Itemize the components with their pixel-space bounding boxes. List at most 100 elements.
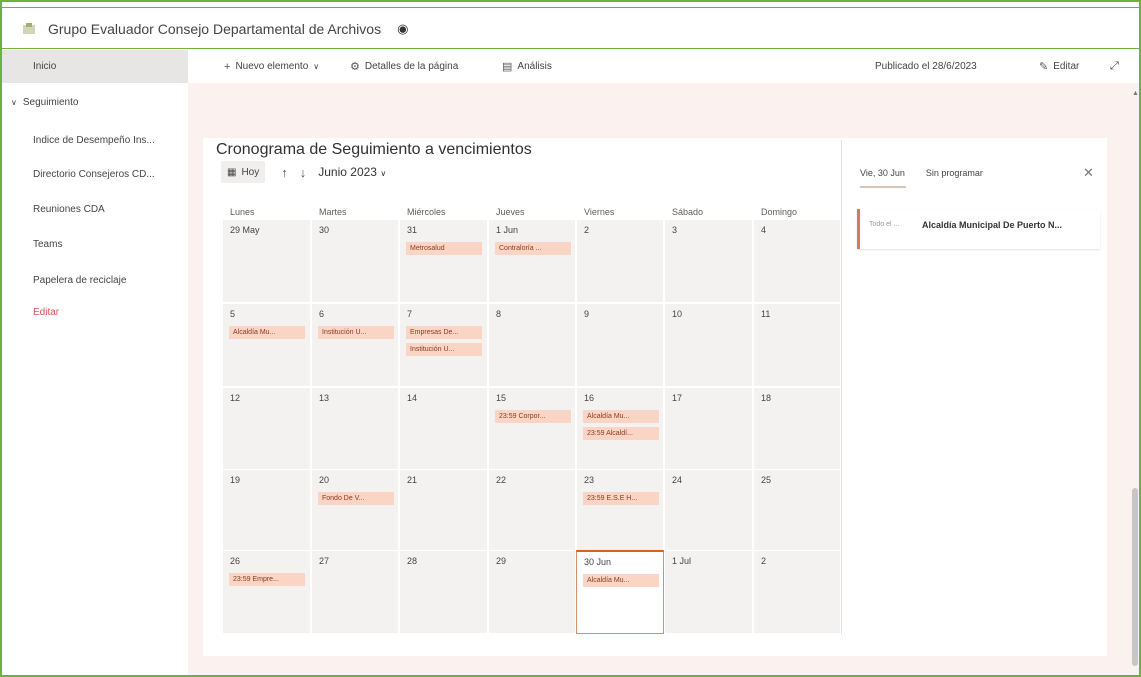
- scrollbar-thumb[interactable]: [1132, 488, 1138, 666]
- calendar-event[interactable]: 23:59 E.S.E H...: [583, 492, 659, 505]
- calendar-day-cell[interactable]: 1 Jul: [664, 550, 753, 634]
- tab-selected-day[interactable]: Vie, 30 Jun: [860, 168, 906, 188]
- calendar-day-cell[interactable]: 18: [753, 387, 841, 471]
- calendar-day-cell[interactable]: 9: [576, 303, 664, 387]
- expand-icon[interactable]: ⤢: [1110, 60, 1119, 73]
- calendar-toolbar: ▦ Hoy ↑ ↓ Junio 2023 ∨: [221, 160, 386, 184]
- month-selector[interactable]: Junio 2023 ∨: [318, 165, 386, 179]
- weekday-header: Miércoles: [407, 207, 446, 217]
- next-month-arrow-icon[interactable]: ↓: [300, 165, 307, 180]
- chevron-down-icon[interactable]: ∨: [11, 98, 17, 107]
- calendar-day-cell[interactable]: 23 23:59 E.S.E H...: [576, 469, 664, 553]
- calendar-day-cell[interactable]: 17: [664, 387, 753, 471]
- calendar-day-cell[interactable]: 7 Empresas De... Institución U...: [399, 303, 488, 387]
- panel-divider: [841, 140, 842, 634]
- calendar-day-cell[interactable]: 6 Institución U...: [311, 303, 399, 387]
- calendar-event[interactable]: 23:59 Corpor...: [495, 410, 571, 423]
- calendar-event[interactable]: Institución U...: [406, 343, 482, 356]
- calendar-day-cell[interactable]: 13: [311, 387, 399, 471]
- day-number: 25: [761, 475, 772, 485]
- site-logo-icon: [23, 22, 35, 34]
- calendar-event[interactable]: Contraloría ...: [495, 242, 571, 255]
- calendar-day-cell[interactable]: 2: [753, 550, 841, 634]
- calendar-day-cell[interactable]: 20 Fondo De V...: [311, 469, 399, 553]
- nav-item-directorio[interactable]: Directorio Consejeros CD...: [33, 169, 155, 180]
- calendar-day-cell[interactable]: 21: [399, 469, 488, 553]
- day-number: 16: [584, 393, 595, 403]
- nav-item-reuniones[interactable]: Reuniones CDA: [33, 204, 105, 215]
- site-title[interactable]: Grupo Evaluador Consejo Departamental de…: [48, 21, 381, 37]
- calendar-day-cell[interactable]: 19: [222, 469, 311, 553]
- calendar-day-cell[interactable]: 28: [399, 550, 488, 634]
- calendar-day-cell[interactable]: 24: [664, 469, 753, 553]
- plus-icon: +: [224, 60, 231, 73]
- calendar-day-cell[interactable]: 31 Metrosalud: [399, 219, 488, 303]
- calendar-day-cell[interactable]: 2: [576, 219, 664, 303]
- scroll-up-icon[interactable]: ▲: [1132, 90, 1139, 97]
- calendar-day-cell-today[interactable]: 30 Jun Alcaldía Mu...: [576, 550, 664, 634]
- calendar-event[interactable]: Metrosalud: [406, 242, 482, 255]
- calendar-day-cell[interactable]: 29 May: [222, 219, 311, 303]
- chevron-down-icon: ∨: [380, 169, 387, 178]
- calendar-day-cell[interactable]: 27: [311, 550, 399, 634]
- analytics-button[interactable]: ▤ Análisis: [502, 60, 552, 73]
- gear-icon: ⚙: [350, 61, 360, 73]
- day-number: 21: [407, 475, 418, 485]
- calendar-day-cell[interactable]: 16 Alcaldía Mu... 23:59 Alcaldí...: [576, 387, 664, 471]
- day-number: 1 Jun: [496, 225, 519, 235]
- calendar-day-cell[interactable]: 14: [399, 387, 488, 471]
- calendar-day-cell[interactable]: 30: [311, 219, 399, 303]
- nav-group-seguimiento[interactable]: ∨ Seguimiento: [11, 97, 78, 108]
- edit-button[interactable]: ✎ Editar: [1039, 60, 1079, 73]
- nav-item-indice[interactable]: Indice de Desempeño Ins...: [33, 135, 155, 146]
- calendar-event[interactable]: Alcaldía Mu...: [583, 574, 659, 587]
- calendar-day-cell[interactable]: 1 Jun Contraloría ...: [488, 219, 576, 303]
- month-label: Junio 2023: [318, 165, 377, 179]
- day-number: 30 Jun: [584, 557, 612, 567]
- day-number: 31: [407, 225, 418, 235]
- day-number: 2: [584, 225, 590, 235]
- calendar-event[interactable]: Fondo De V...: [318, 492, 394, 505]
- calendar-day-cell[interactable]: 11: [753, 303, 841, 387]
- calendar-day-cell[interactable]: 22: [488, 469, 576, 553]
- calendar-day-cell[interactable]: 25: [753, 469, 841, 553]
- analytics-label: Análisis: [517, 61, 552, 72]
- day-number: 14: [407, 393, 418, 403]
- calendar-day-cell[interactable]: 29: [488, 550, 576, 634]
- page-details-button[interactable]: ⚙ Detalles de la página: [350, 60, 458, 73]
- calendar-day-cell[interactable]: 10: [664, 303, 753, 387]
- day-number: 26: [230, 556, 241, 566]
- nav-edit-link[interactable]: Editar: [33, 307, 59, 318]
- calendar-day-cell[interactable]: 12: [222, 387, 311, 471]
- calendar-day-cell[interactable]: 3: [664, 219, 753, 303]
- day-number: 8: [496, 309, 502, 319]
- published-status: Publicado el 28/6/2023: [875, 61, 977, 72]
- close-icon[interactable]: ✕: [1083, 165, 1094, 181]
- calendar-day-cell[interactable]: 4: [753, 219, 841, 303]
- calendar-day-cell[interactable]: 15 23:59 Corpor...: [488, 387, 576, 471]
- day-number: 12: [230, 393, 241, 403]
- previous-month-arrow-icon[interactable]: ↑: [281, 165, 288, 180]
- nav-item-teams[interactable]: Teams: [33, 239, 62, 250]
- day-panel-event[interactable]: Todo el ... Alcaldía Municipal De Puerto…: [857, 209, 1100, 249]
- calendar-event[interactable]: Alcaldía Mu...: [583, 410, 659, 423]
- tab-unscheduled[interactable]: Sin programar: [926, 168, 983, 188]
- day-number: 24: [672, 475, 683, 485]
- calendar-day-cell[interactable]: 5 Alcaldía Mu...: [222, 303, 311, 387]
- calendar-event[interactable]: Institución U...: [318, 326, 394, 339]
- nav-item-home[interactable]: Inicio: [0, 50, 188, 83]
- new-item-button[interactable]: + Nuevo elemento ∨: [224, 61, 319, 73]
- calendar-day-cell[interactable]: 8: [488, 303, 576, 387]
- calendar-event[interactable]: Empresas De...: [406, 326, 482, 339]
- calendar-event[interactable]: 23:59 Alcaldí...: [583, 427, 659, 440]
- calendar-icon: ▦: [227, 166, 237, 178]
- day-number: 4: [761, 225, 767, 235]
- nav-item-papelera[interactable]: Papelera de reciclaje: [33, 275, 126, 286]
- today-button[interactable]: ▦ Hoy: [221, 161, 266, 183]
- calendar-day-cell[interactable]: 26 23:59 Empre...: [222, 550, 311, 634]
- day-number: 13: [319, 393, 330, 403]
- calendar-event[interactable]: 23:59 Empre...: [229, 573, 305, 586]
- day-number: 5: [230, 309, 236, 319]
- follow-icon[interactable]: ◉: [397, 21, 408, 37]
- calendar-event[interactable]: Alcaldía Mu...: [229, 326, 305, 339]
